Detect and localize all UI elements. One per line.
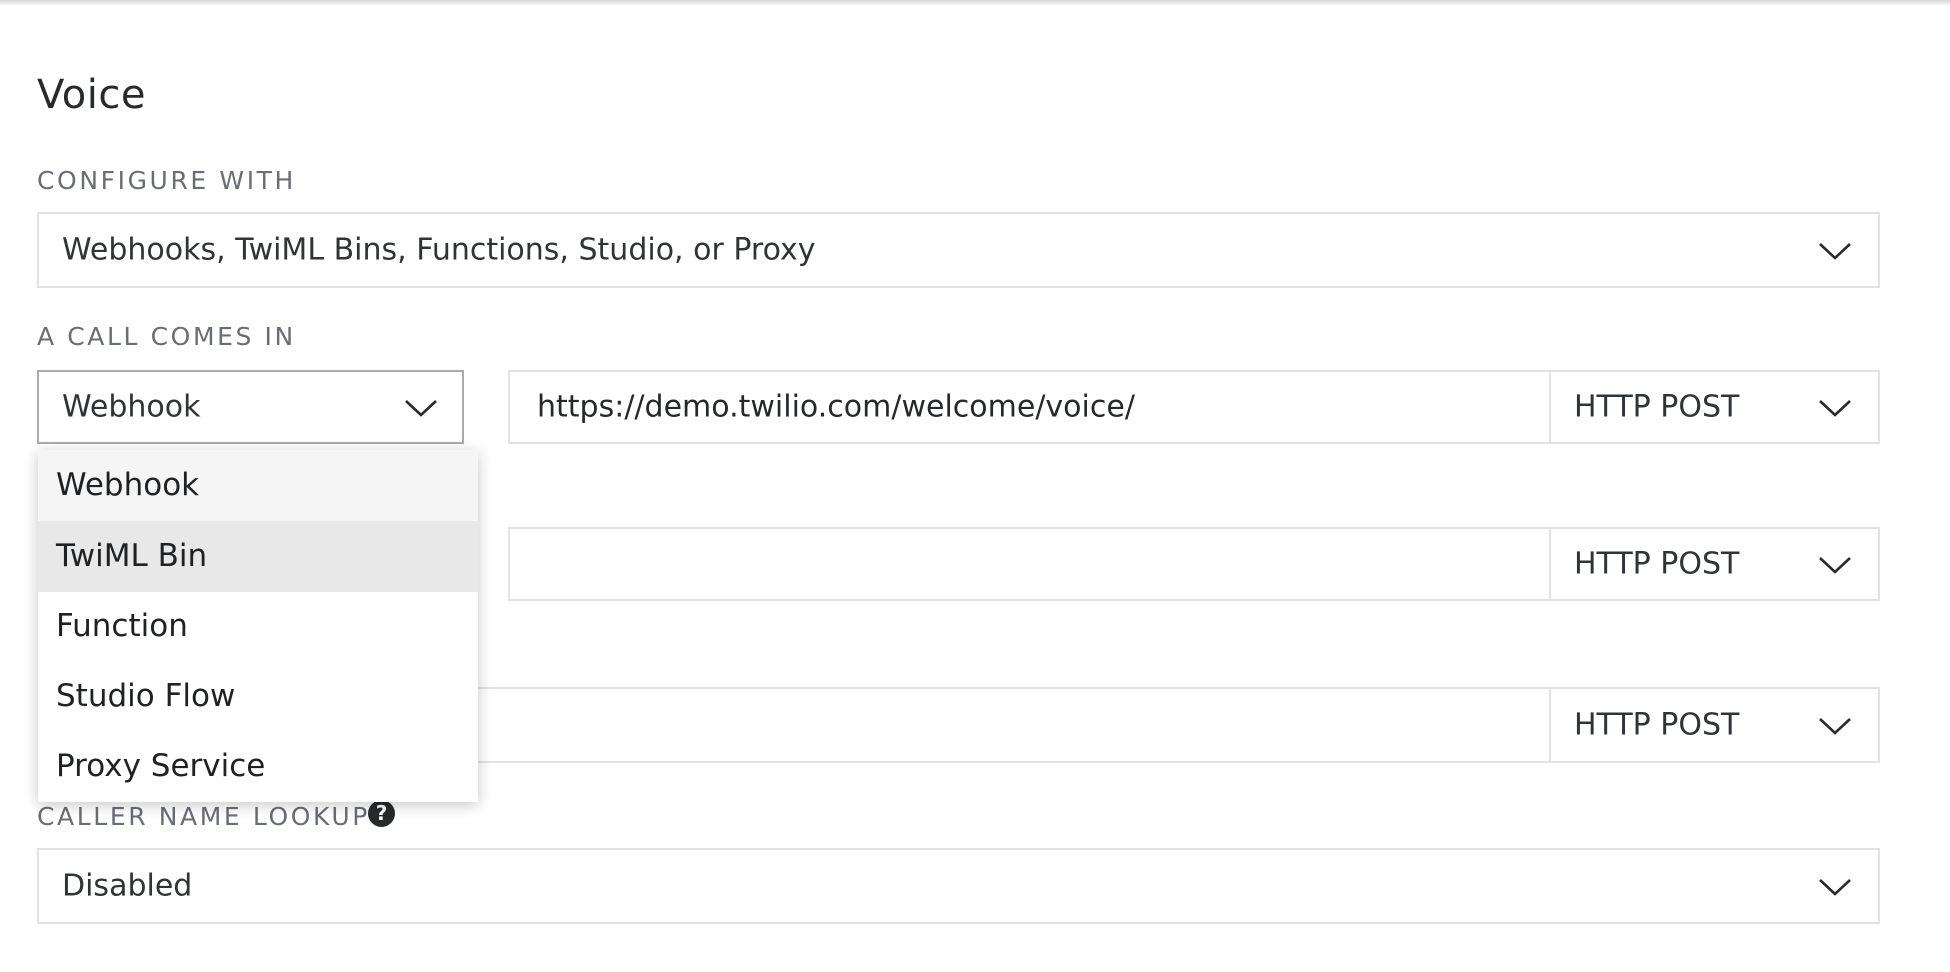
dropdown-option-webhook[interactable]: Webhook (38, 450, 478, 521)
question-circle-icon[interactable]: ? (368, 800, 395, 827)
call-http-method-value: HTTP POST (1574, 389, 1740, 425)
caller-name-lookup-value: Disabled (62, 868, 193, 904)
chevron-down-icon (404, 398, 438, 418)
fallback-http-method-select[interactable]: HTTP POST (1549, 527, 1880, 601)
dropdown-option-studio-flow[interactable]: Studio Flow (38, 661, 478, 732)
call-type-dropdown-menu: Webhook TwiML Bin Function Studio Flow P… (38, 450, 478, 802)
dropdown-option-twiml-bin[interactable]: TwiML Bin (38, 521, 478, 592)
call-http-method-select[interactable]: HTTP POST (1549, 370, 1880, 444)
dropdown-option-function[interactable]: Function (38, 591, 478, 662)
call-type-select[interactable]: Webhook (37, 370, 464, 444)
chevron-down-icon (1818, 716, 1852, 736)
chevron-down-icon (1818, 555, 1852, 575)
fallback-http-method-value: HTTP POST (1574, 546, 1740, 582)
top-shadow (0, 0, 1950, 6)
chevron-down-icon (1818, 241, 1852, 261)
configure-with-label: CONFIGURE WITH (37, 166, 296, 195)
chevron-down-icon (1818, 877, 1852, 897)
section-title: Voice (37, 72, 146, 118)
call-comes-in-label: A CALL COMES IN (37, 322, 296, 351)
configure-with-select[interactable]: Webhooks, TwiML Bins, Functions, Studio,… (37, 212, 1880, 288)
dropdown-option-proxy-service[interactable]: Proxy Service (38, 731, 478, 802)
configure-with-value: Webhooks, TwiML Bins, Functions, Studio,… (62, 232, 816, 268)
call-type-value: Webhook (62, 389, 201, 425)
caller-name-lookup-select[interactable]: Disabled (37, 848, 1880, 924)
status-callback-url-input[interactable] (440, 687, 1551, 763)
call-webhook-url-value: https://demo.twilio.com/welcome/voice/ (537, 389, 1135, 425)
status-callback-http-method-select[interactable]: HTTP POST (1549, 687, 1880, 763)
call-webhook-url-input[interactable]: https://demo.twilio.com/welcome/voice/ (508, 370, 1551, 444)
fallback-url-input[interactable] (508, 527, 1551, 601)
status-callback-http-method-value: HTTP POST (1574, 707, 1740, 743)
chevron-down-icon (1818, 398, 1852, 418)
caller-name-lookup-label: CALLER NAME LOOKUP (37, 802, 370, 831)
